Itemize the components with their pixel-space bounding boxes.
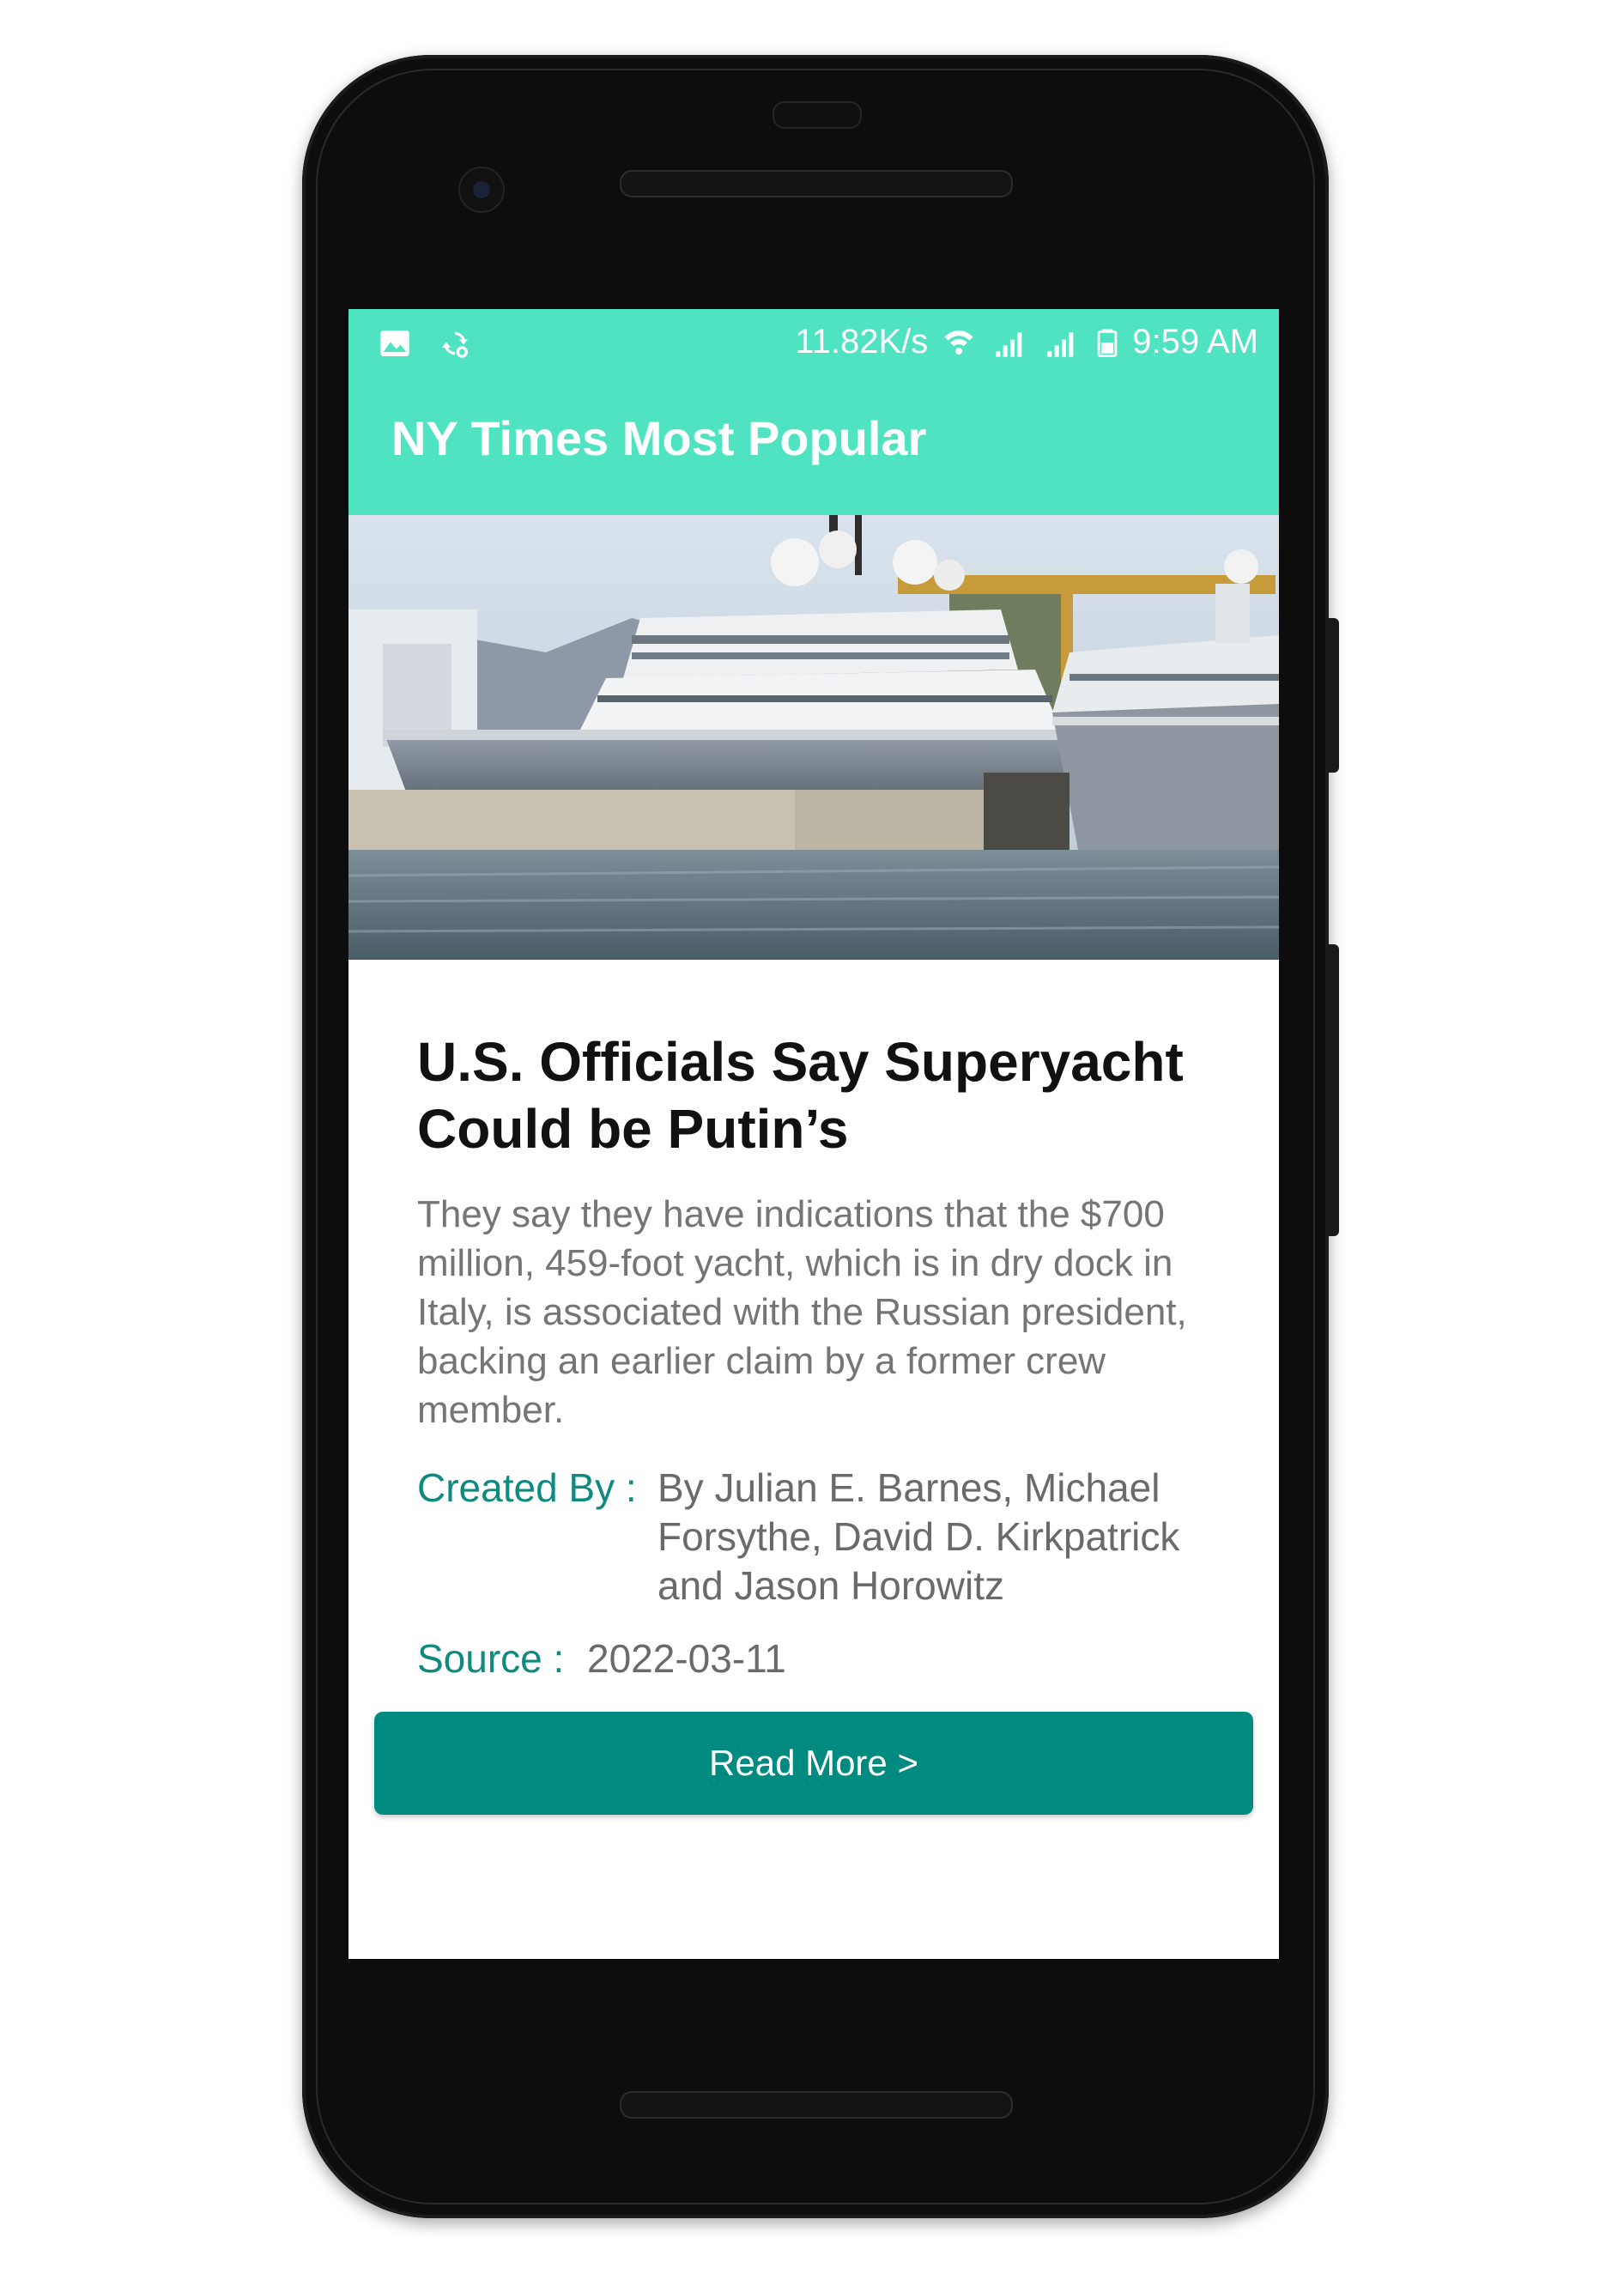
read-more-button[interactable]: Read More > — [374, 1712, 1253, 1815]
article-abstract: They say they have indications that the … — [417, 1193, 1187, 1431]
signal-icon — [1047, 331, 1074, 357]
bottom-speaker — [620, 2091, 1013, 2119]
clock: 9:59 AM — [1132, 323, 1258, 361]
created-by-label: Created By : — [417, 1465, 637, 1510]
app-screen: 11.82K/s 9:59 AM NY Times Most Popular U… — [348, 309, 1279, 1959]
earpiece-sensor — [773, 101, 862, 129]
article-title: U.S. Officials Say Superyacht Could be P… — [417, 1031, 1184, 1160]
created-by-row: Created By : By Julian E. Barnes, Michae… — [417, 1464, 1224, 1610]
power-button — [1329, 618, 1339, 773]
created-by-value: By Julian E. Barnes, Michael Forsythe, D… — [657, 1465, 1180, 1608]
read-more-label: Read More > — [709, 1743, 918, 1783]
image-icon — [380, 330, 409, 356]
front-camera — [458, 167, 505, 213]
volume-button — [1329, 944, 1339, 1236]
signal-icon — [996, 331, 1022, 357]
top-speaker — [620, 170, 1013, 197]
wifi-icon — [944, 330, 973, 355]
article-image[interactable] — [348, 515, 1279, 960]
sync-icon — [442, 331, 468, 358]
article-content: U.S. Officials Say Superyacht Could be P… — [417, 1028, 1224, 1683]
source-label: Source : — [417, 1636, 565, 1681]
network-speed: 11.82K/s — [795, 323, 929, 361]
app-title: NY Times Most Popular — [391, 411, 927, 465]
source-value: 2022-03-11 — [587, 1636, 786, 1681]
status-bar: 11.82K/s 9:59 AM — [348, 309, 1279, 378]
battery-icon — [1097, 328, 1118, 357]
source-row: Source : 2022-03-11 — [417, 1634, 1224, 1683]
app-bar: NY Times Most Popular — [348, 378, 1279, 515]
